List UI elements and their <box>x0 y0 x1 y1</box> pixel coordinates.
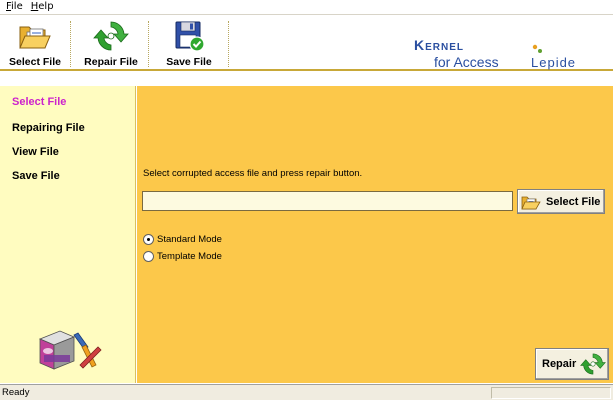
status-panel <box>491 387 611 399</box>
menu-bar: File Help <box>0 0 613 15</box>
template-mode-radio[interactable]: Template Mode <box>143 251 222 262</box>
status-bar: Ready <box>0 384 613 400</box>
brand-for-access: for Access <box>434 54 499 70</box>
folder-open-icon <box>19 26 51 49</box>
radio-label: Standard Mode <box>157 234 222 245</box>
toolbar-separator <box>70 21 71 67</box>
sidebar: Select File Repairing File View File Sav… <box>0 86 136 383</box>
select-file-toolbar-button[interactable]: Select File <box>2 18 68 68</box>
repair-button[interactable]: Repair <box>535 348 609 380</box>
standard-mode-radio[interactable]: Standard Mode <box>143 234 222 245</box>
select-file-toolbar-label: Select File <box>9 56 61 68</box>
repair-button-label: Repair <box>542 358 577 370</box>
product-logo: Kernel for Access <box>412 37 522 77</box>
menu-file[interactable]: File <box>2 0 27 14</box>
sidebar-item-repairing-file[interactable]: Repairing File <box>12 122 85 134</box>
lepide-logo: Lepide <box>531 44 603 71</box>
file-path-input[interactable] <box>142 191 513 211</box>
brand-kernel: Kernel <box>414 37 465 53</box>
brand-lepide: Lepide <box>531 55 577 70</box>
radio-label: Template Mode <box>157 251 222 262</box>
radio-indicator[interactable] <box>143 234 154 245</box>
sidebar-item-save-file[interactable]: Save File <box>12 170 60 182</box>
toolbar-separator <box>148 21 149 67</box>
sidebar-item-select-file[interactable]: Select File <box>12 96 66 108</box>
save-file-toolbar-button[interactable]: Save File <box>156 18 222 68</box>
status-text: Ready <box>2 387 30 398</box>
repair-file-toolbar-button[interactable]: Repair File <box>78 18 144 68</box>
recycle-arrows-icon <box>93 21 129 51</box>
access-box-tools-icon <box>38 330 102 370</box>
lepide-mark-icon <box>532 44 542 53</box>
save-file-toolbar-label: Save File <box>166 56 212 68</box>
main-panel: Select corrupted access file and press r… <box>137 86 613 383</box>
repair-file-toolbar-label: Repair File <box>84 56 138 68</box>
floppy-check-icon <box>175 21 205 52</box>
select-file-button[interactable]: Select File <box>517 189 605 214</box>
instruction-text: Select corrupted access file and press r… <box>143 168 363 179</box>
radio-indicator[interactable] <box>143 251 154 262</box>
toolbar-separator <box>228 21 229 67</box>
folder-open-icon <box>521 196 541 209</box>
select-file-button-label: Select File <box>546 195 601 208</box>
sidebar-item-view-file[interactable]: View File <box>12 146 59 158</box>
toolbar: Select File Repair File Save File Kernel… <box>0 15 613 71</box>
recycle-arrows-icon <box>580 353 607 375</box>
menu-help[interactable]: Help <box>27 0 58 14</box>
